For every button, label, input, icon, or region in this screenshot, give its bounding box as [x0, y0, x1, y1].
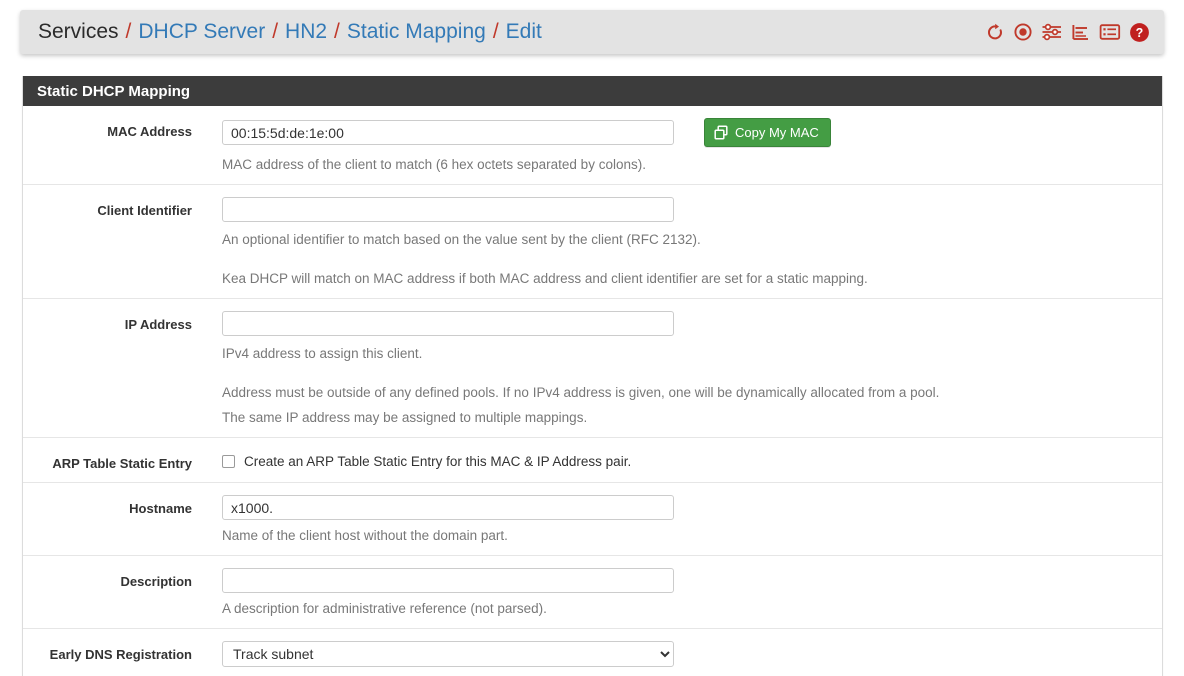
label-description: Description	[120, 574, 192, 589]
breadcrumb-bar: Services / DHCP Server / HN2 / Static Ma…	[20, 10, 1164, 54]
row-early-dns-registration: Early DNS Registration Track subnet Opti…	[23, 629, 1162, 676]
page-root: Services / DHCP Server / HN2 / Static Ma…	[0, 0, 1184, 676]
row-ip-address: IP Address IPv4 address to assign this c…	[23, 299, 1162, 438]
label-mac-address: MAC Address	[107, 124, 192, 139]
breadcrumb-separator: /	[492, 20, 499, 43]
description-input[interactable]	[222, 568, 674, 593]
sliders-icon[interactable]	[1041, 22, 1063, 42]
help-client-identifier-1: An optional identifier to match based on…	[222, 232, 701, 247]
arp-table-static-entry-label[interactable]: Create an ARP Table Static Entry for thi…	[244, 454, 631, 469]
breadcrumb-separator: /	[272, 20, 279, 43]
mac-address-input[interactable]	[222, 120, 674, 145]
row-description: Description A description for administra…	[23, 556, 1162, 629]
breadcrumb-link-hn2[interactable]: HN2	[285, 20, 327, 44]
breadcrumb-current-edit[interactable]: Edit	[506, 20, 542, 44]
breadcrumb-link-dhcp-server[interactable]: DHCP Server	[138, 20, 265, 44]
label-ip-address: IP Address	[124, 317, 192, 332]
early-dns-registration-select[interactable]: Track subnet	[222, 641, 674, 667]
panel-title: Static DHCP Mapping	[23, 76, 1162, 106]
help-hostname: Name of the client host without the doma…	[222, 528, 508, 543]
row-hostname: Hostname Name of the client host without…	[23, 483, 1162, 556]
label-early-dns-registration: Early DNS Registration	[49, 647, 192, 662]
help-client-identifier-2: Kea DHCP will match on MAC address if bo…	[222, 271, 868, 286]
help-description: A description for administrative referen…	[222, 601, 547, 616]
breadcrumb-icon-group: ?	[985, 22, 1150, 43]
label-client-identifier: Client Identifier	[97, 203, 192, 218]
field-description: A description for administrative referen…	[200, 568, 1162, 618]
help-ip-address-2: Address must be outside of any defined p…	[222, 385, 940, 400]
help-ip-address-3: The same IP address may be assigned to m…	[222, 410, 588, 425]
field-mac-address: Copy My MAC MAC address of the client to…	[200, 118, 1162, 174]
row-mac-address: MAC Address Copy My MAC	[23, 106, 1162, 185]
field-client-identifier: An optional identifier to match based on…	[200, 197, 1162, 288]
field-early-dns-registration: Track subnet Optionally overides the sub…	[200, 641, 1162, 676]
list-table-icon[interactable]	[1099, 22, 1121, 42]
ip-address-input[interactable]	[222, 311, 674, 336]
field-hostname: Name of the client host without the doma…	[200, 495, 1162, 545]
static-dhcp-mapping-panel: Static DHCP Mapping MAC Address 00:15:5d…	[22, 76, 1163, 676]
field-ip-address: IPv4 address to assign this client. Addr…	[200, 311, 1162, 427]
field-arp-table-static-entry: Create an ARP Table Static Entry for thi…	[200, 450, 1162, 472]
help-mac-address: MAC address of the client to match (6 he…	[222, 157, 646, 172]
arp-table-static-entry-checkbox[interactable]	[222, 455, 235, 468]
row-arp-table-static-entry: ARP Table Static Entry Create an ARP Tab…	[23, 438, 1162, 483]
copy-my-mac-button[interactable]: Copy My MAC	[704, 118, 831, 147]
svg-text:?: ?	[1136, 26, 1144, 40]
client-identifier-input[interactable]	[222, 197, 674, 222]
help-icon[interactable]: ?	[1129, 22, 1150, 43]
breadcrumb: Services / DHCP Server / HN2 / Static Ma…	[38, 20, 542, 44]
breadcrumb-separator: /	[334, 20, 340, 43]
help-ip-address-1: IPv4 address to assign this client.	[222, 346, 423, 361]
copy-icon	[714, 125, 729, 140]
copy-my-mac-label: Copy My MAC	[735, 124, 819, 140]
panel-body: MAC Address Copy My MAC	[23, 106, 1162, 676]
row-client-identifier: Client Identifier An optional identifier…	[23, 185, 1162, 299]
label-hostname: Hostname	[129, 501, 192, 516]
breadcrumb-link-static-mapping[interactable]: Static Mapping	[347, 20, 486, 44]
stop-record-icon[interactable]	[1013, 22, 1033, 42]
refresh-icon[interactable]	[985, 22, 1005, 42]
log-chart-icon[interactable]	[1071, 22, 1091, 42]
label-arp-table-static-entry: ARP Table Static Entry	[52, 456, 192, 471]
breadcrumb-separator: /	[125, 20, 132, 43]
hostname-input[interactable]	[222, 495, 674, 520]
breadcrumb-root: Services	[38, 20, 119, 43]
